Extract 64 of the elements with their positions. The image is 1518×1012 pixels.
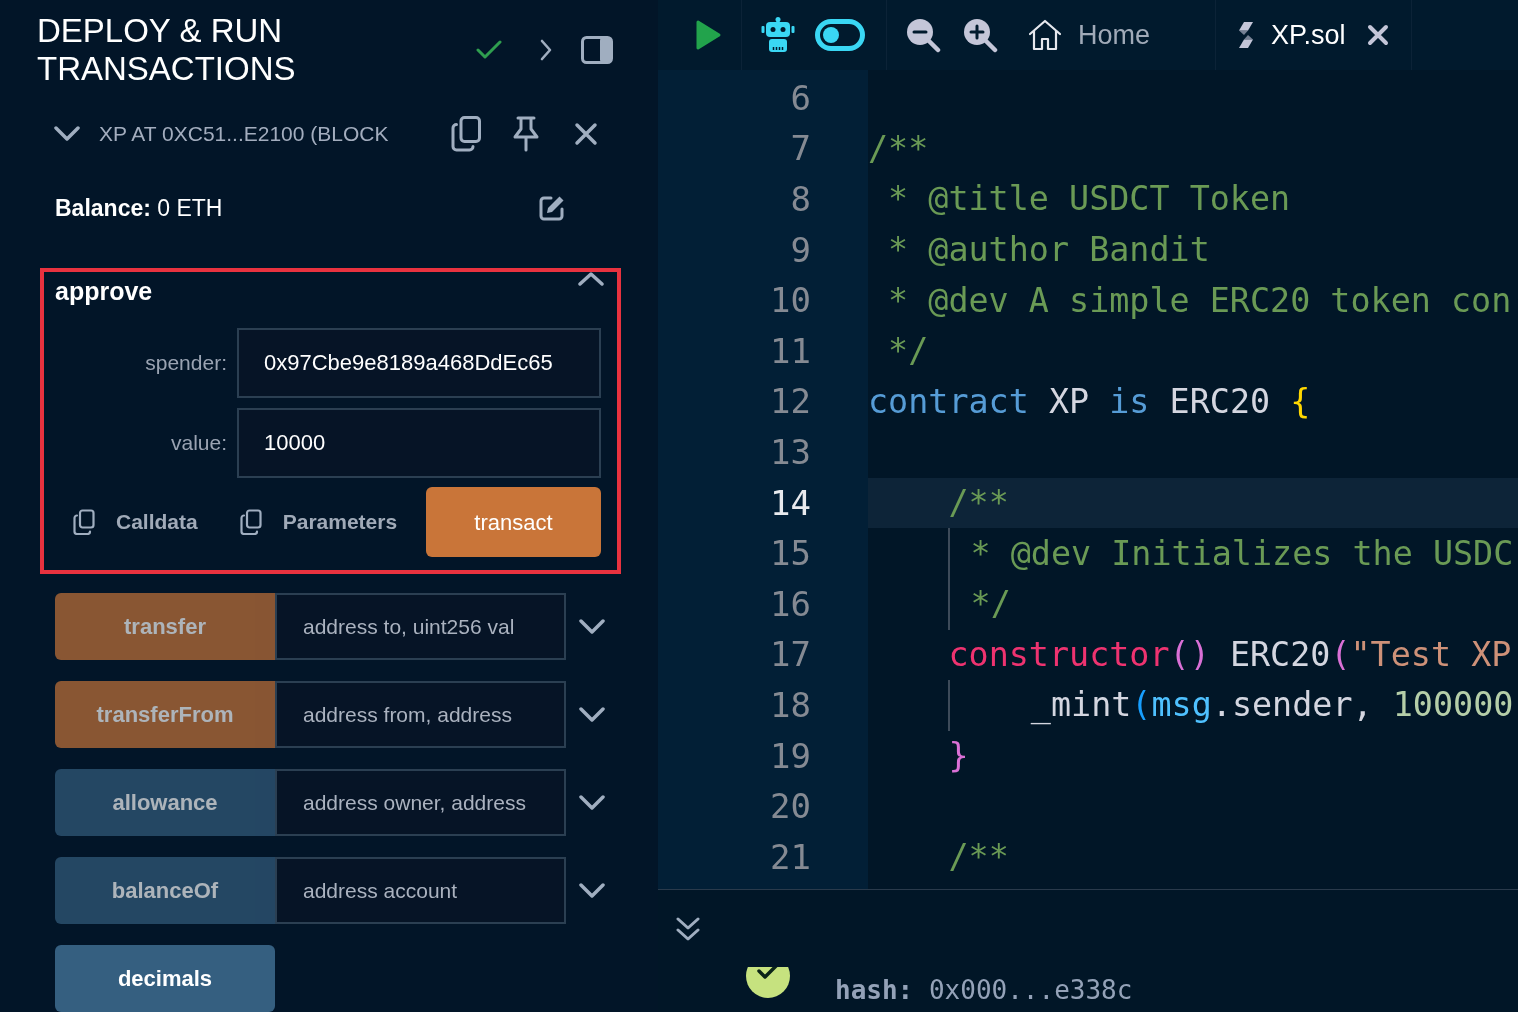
line-number: 10	[770, 279, 811, 323]
panel-title: DEPLOY & RUN TRANSACTIONS	[37, 12, 297, 88]
pin-icon[interactable]	[512, 115, 540, 152]
line-number: 6	[790, 76, 811, 120]
code-line: */	[888, 330, 929, 373]
copy-icon	[73, 509, 95, 535]
code-line: * @dev A simple ERC20 token con	[888, 279, 1512, 322]
param-input[interactable]: 0x97Cbe9e8189a468DdEc65	[237, 328, 601, 398]
param-label: value:	[170, 430, 227, 457]
copy-icon	[239, 509, 262, 535]
line-number: 9	[790, 228, 811, 272]
check-icon	[476, 40, 502, 60]
chevron-right-icon[interactable]	[540, 39, 552, 61]
line-number: 19	[770, 734, 811, 778]
code-line: * @author Bandit	[888, 229, 1210, 271]
copy-button[interactable]: Parameters	[239, 506, 398, 538]
chevron-up-icon[interactable]	[578, 272, 604, 286]
code-line: * @dev Initializes the USDC	[970, 532, 1514, 575]
toggle-icon[interactable]	[815, 19, 865, 51]
code-line: /**	[948, 836, 1009, 879]
code-line: /**	[948, 482, 1009, 524]
panel-toggle-icon[interactable]	[581, 36, 613, 64]
code-line: }	[948, 734, 969, 777]
line-number: 14	[770, 481, 811, 525]
line-number: 18	[770, 683, 811, 727]
code-line: /**	[868, 127, 929, 170]
double-chevron-down-icon[interactable]	[676, 916, 700, 942]
close-icon[interactable]	[1366, 24, 1389, 46]
copy-button[interactable]: Calldata	[73, 506, 198, 538]
line-number: 15	[770, 532, 811, 576]
function-name: approve	[55, 276, 153, 308]
line-number: 11	[770, 329, 811, 373]
line-number: 8	[790, 178, 811, 221]
chevron-down-icon[interactable]	[54, 126, 80, 141]
function-button[interactable]: decimals	[55, 945, 275, 1012]
line-number: 13	[770, 430, 811, 474]
code-line: * @title USDCT Token	[888, 178, 1291, 221]
zoom-in-icon[interactable]	[962, 17, 998, 53]
param-label: spender:	[145, 350, 227, 377]
play-icon[interactable]	[694, 19, 722, 51]
line-number: 7	[790, 127, 811, 171]
code-line: _mint(msg.sender, 100000	[1030, 684, 1514, 727]
code-line: contract XP is ERC20 {	[868, 380, 1311, 423]
home-icon	[1028, 19, 1062, 51]
close-icon[interactable]	[574, 121, 598, 146]
tab[interactable]: Home	[1010, 0, 1217, 70]
line-number: 12	[770, 380, 811, 424]
line-number: 20	[770, 785, 811, 829]
param-input[interactable]: 10000	[237, 408, 601, 478]
edit-icon[interactable]	[538, 194, 566, 222]
line-number: 17	[770, 633, 811, 677]
zoom-out-icon[interactable]	[905, 17, 941, 53]
copy-icon[interactable]	[451, 115, 481, 152]
instance-label: XP AT 0XC51...E2100 (BLOCK	[99, 120, 389, 147]
robot-icon[interactable]	[761, 17, 795, 53]
line-number: 16	[770, 582, 811, 626]
log-text: hash: 0x000...e338c	[835, 975, 1133, 1005]
line-number: 21	[770, 835, 811, 879]
success-check-icon	[746, 967, 790, 998]
tab[interactable]: XP.sol	[1216, 0, 1412, 70]
code-line: constructor() ERC20("Test XP	[948, 633, 1512, 676]
balance-text: Balance: 0 ETH	[55, 193, 223, 223]
code-line: */	[970, 583, 1011, 626]
file-icon	[1237, 21, 1256, 49]
